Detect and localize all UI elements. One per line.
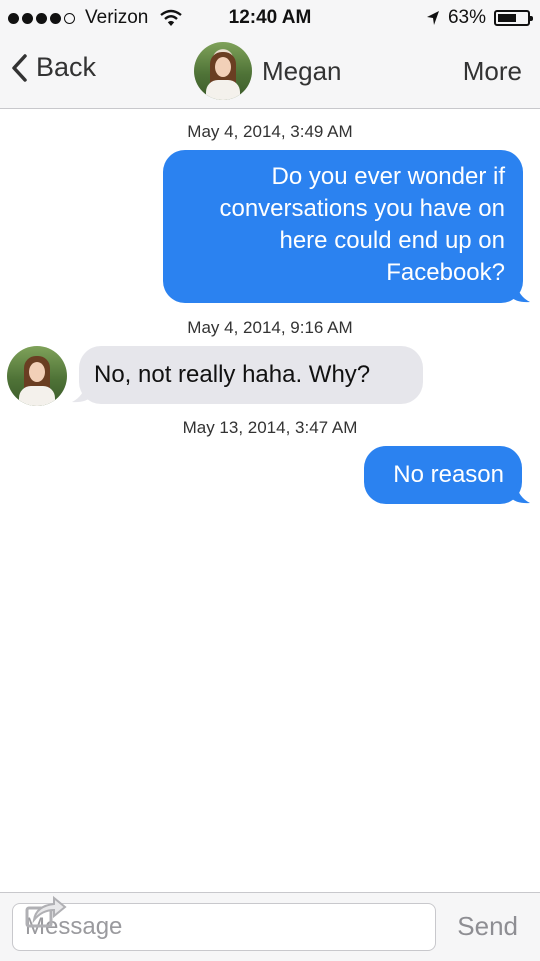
message-line: Facebook? <box>386 259 505 286</box>
incoming-message-bubble[interactable]: No, not really haha. Why? <box>79 346 423 404</box>
contact-header[interactable]: Megan <box>194 42 342 100</box>
bubble-tail <box>510 282 530 303</box>
bubble-tail <box>510 483 530 504</box>
avatar-shirt <box>206 80 240 100</box>
location-arrow-icon <box>426 11 439 25</box>
avatar-face <box>29 362 45 382</box>
battery-percent: 63% <box>447 7 486 28</box>
more-button[interactable]: More <box>463 56 522 87</box>
status-right: 63% <box>426 7 533 29</box>
contact-name: Megan <box>262 55 342 86</box>
back-label: Back <box>36 52 97 82</box>
send-button[interactable]: Send <box>457 911 518 942</box>
contact-avatar[interactable] <box>194 42 252 100</box>
composer-bar: Send <box>0 892 540 961</box>
message-timestamp: May 13, 2014, 3:47 AM <box>182 418 358 437</box>
message-timestamp: May 4, 2014, 9:16 AM <box>187 318 353 337</box>
share-attach-icon[interactable] <box>24 894 68 930</box>
back-button[interactable]: Back <box>10 52 96 83</box>
message-input[interactable] <box>12 903 436 951</box>
message-line: Do you ever wonder if <box>271 163 505 190</box>
status-bar: Verizon 12:40 AM 63% <box>0 0 540 36</box>
battery-fill <box>498 14 516 22</box>
avatar-shirt <box>19 386 55 406</box>
outgoing-message-bubble[interactable]: Do you ever wonder if conversations you … <box>163 150 523 303</box>
outgoing-message-bubble[interactable]: No reason <box>364 446 522 504</box>
message-line: here could end up on <box>279 227 505 254</box>
chevron-left-icon <box>12 53 27 82</box>
message-timestamp: May 4, 2014, 3:49 AM <box>187 122 353 141</box>
message-text: No, not really haha. Why? <box>94 361 371 388</box>
battery-icon <box>494 10 533 26</box>
nav-bar: Back Megan More <box>0 36 540 109</box>
message-text: No reason <box>393 461 504 488</box>
incoming-avatar[interactable] <box>7 346 67 406</box>
message-line: conversations you have on <box>219 195 505 222</box>
avatar-face <box>215 57 231 77</box>
